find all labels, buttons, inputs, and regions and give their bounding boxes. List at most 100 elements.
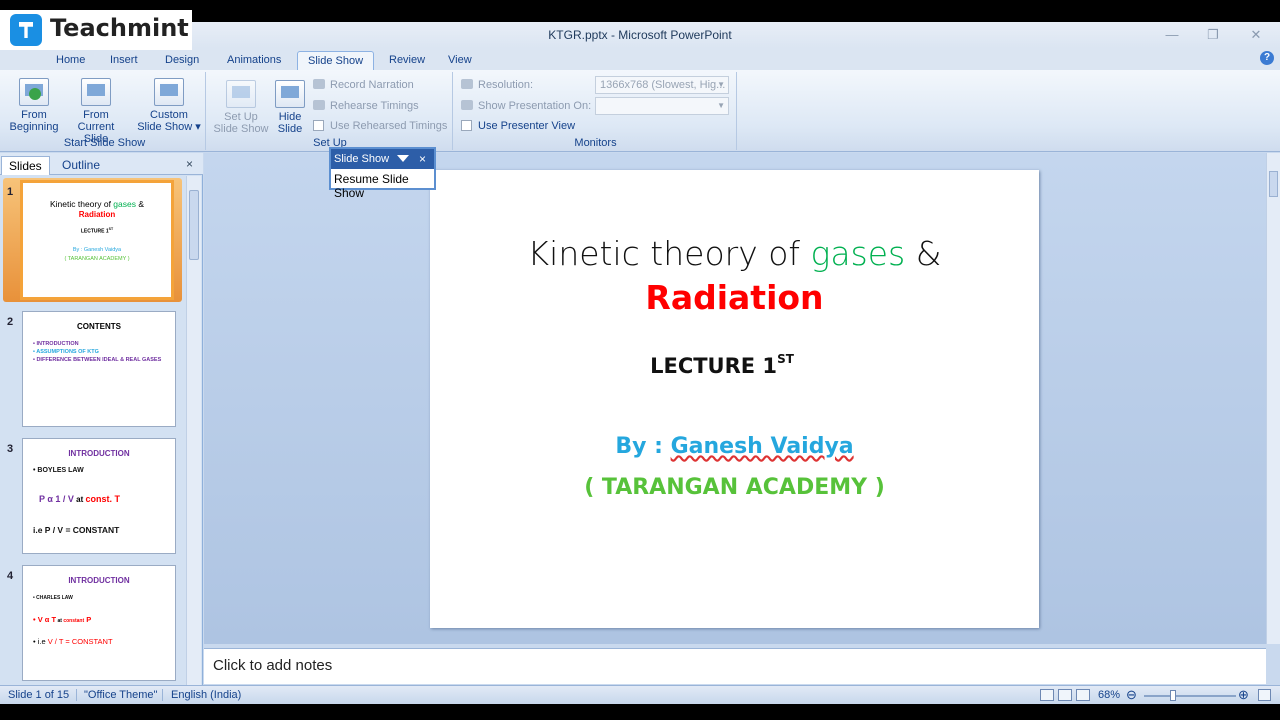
slide-author[interactable]: By : Ganesh Vaidya xyxy=(430,434,1039,459)
tab-slide-show[interactable]: Slide Show xyxy=(297,51,375,70)
top-black-bar xyxy=(0,0,1280,22)
tab-insert[interactable]: Insert xyxy=(100,51,148,70)
close-panel-icon[interactable]: × xyxy=(186,157,193,171)
thumbnail-scrollbar[interactable] xyxy=(186,176,201,685)
dropdown-arrow-icon[interactable] xyxy=(397,155,409,162)
popup-title: Slide Show xyxy=(334,153,390,165)
thumb-line: i.e P / V = CONSTANT xyxy=(33,525,120,535)
thumb-title: INTRODUCTION xyxy=(68,576,130,585)
help-icon[interactable]: ? xyxy=(1260,51,1274,65)
microphone-icon xyxy=(313,79,325,89)
close-button[interactable]: ✕ xyxy=(1244,26,1268,44)
slide-thumbnail-3[interactable]: INTRODUCTION • BOYLES LAW P α 1 / V at c… xyxy=(22,438,176,554)
language[interactable]: English (India) xyxy=(171,689,241,701)
monitor-icon xyxy=(461,79,473,89)
resolution-label: Resolution: xyxy=(461,77,533,93)
show-on-label: Show Presentation On: xyxy=(461,98,591,114)
checkbox-icon xyxy=(313,120,324,131)
thumb-line: • BOYLES LAW xyxy=(33,467,84,474)
normal-view-icon[interactable] xyxy=(1040,689,1054,701)
thumb-line: • DIFFERENCE BETWEEN IDEAL & REAL GASES xyxy=(33,357,162,363)
fit-to-window-icon[interactable] xyxy=(1258,689,1271,701)
minimize-button[interactable]: — xyxy=(1160,26,1184,44)
use-presenter-view-checkbox[interactable]: Use Presenter View xyxy=(461,118,575,134)
slide-thumbnail-4[interactable]: INTRODUCTION • CHARLES LAW • V α T at co… xyxy=(22,565,176,681)
scroll-thumb[interactable] xyxy=(189,190,199,260)
setup-label-1: Set Up xyxy=(224,111,258,123)
slide-thumbnail-2[interactable]: CONTENTS • INTRODUCTION • ASSUMPTIONS OF… xyxy=(22,311,176,427)
theme-name[interactable]: "Office Theme" xyxy=(84,689,157,701)
custom-slide-show-button[interactable]: Custom Slide Show ▾ xyxy=(136,78,202,133)
slide-lecture[interactable]: LECTURE 1ST xyxy=(430,352,1014,378)
from-beginning-button[interactable]: From Beginning xyxy=(6,78,62,133)
thumb-title: INTRODUCTION xyxy=(68,449,130,458)
resolution-value: 1366x768 (Slowest, Hig... xyxy=(600,79,726,91)
slides-panel: Slides Outline × 1 Kinetic theory of gas… xyxy=(0,153,203,685)
scroll-thumb[interactable] xyxy=(1269,171,1278,197)
thumb-subtitle: Radiation xyxy=(78,210,116,219)
rehearse-timings-button[interactable]: Rehearse Timings xyxy=(313,98,419,114)
thumb-line: • i.e V / T = CONSTANT xyxy=(33,637,113,646)
slide-sorter-view-icon[interactable] xyxy=(1058,689,1072,701)
dropdown-arrow-icon: ▼ xyxy=(717,80,725,89)
slide-counter: Slide 1 of 15 xyxy=(8,689,70,701)
record-narration-button[interactable]: Record Narration xyxy=(313,77,414,93)
thumb-line: • CHARLES LAW xyxy=(33,595,73,601)
use-rehearsed-label: Use Rehearsed Timings xyxy=(330,120,448,132)
hide-label-2: Slide xyxy=(277,123,303,135)
zoom-slider[interactable] xyxy=(1144,695,1236,697)
tab-animations[interactable]: Animations xyxy=(217,51,291,70)
popup-close-icon[interactable]: × xyxy=(419,149,426,169)
thumb-lecture: LECTURE 1ST xyxy=(80,227,114,235)
hide-slide-button[interactable]: Hide Slide xyxy=(272,80,308,135)
resume-slide-show-button[interactable]: Resume Slide Show xyxy=(334,172,434,200)
slide-title[interactable]: Kinetic theory of gases & Radiation xyxy=(430,232,1039,320)
slide-thumbnail-1[interactable]: Kinetic theory of gases & Radiation LECT… xyxy=(20,180,174,300)
notes-placeholder: Click to add notes xyxy=(213,657,333,674)
custom-label-2: Slide Show ▾ xyxy=(137,121,201,133)
thumb-line: • ASSUMPTIONS OF KTG xyxy=(33,349,99,355)
tab-home[interactable]: Home xyxy=(46,51,95,70)
thumbnail-list: 1 Kinetic theory of gases & Radiation LE… xyxy=(0,176,186,685)
tab-slides[interactable]: Slides xyxy=(1,156,50,175)
slide-scrollbar[interactable] xyxy=(1266,153,1280,644)
thumb-title: Kinetic theory of gases & xyxy=(49,199,145,209)
set-up-slide-show-button[interactable]: Set Up Slide Show xyxy=(210,80,272,135)
panel-tabs: Slides Outline × xyxy=(0,153,203,175)
teachmint-watermark: Teachmint xyxy=(0,10,192,50)
slide-show-view-icon[interactable] xyxy=(1076,689,1090,701)
notes-pane[interactable]: Click to add notes xyxy=(204,648,1266,684)
slide-academy[interactable]: ( TARANGAN ACADEMY ) xyxy=(430,475,1039,500)
from-beginning-icon xyxy=(19,78,49,106)
hide-label-1: Hide xyxy=(278,111,302,123)
from-beginning-label-2: Beginning xyxy=(9,121,59,133)
tab-outline[interactable]: Outline xyxy=(55,156,107,175)
show-on-text: Show Presentation On: xyxy=(478,100,592,112)
thumb-number: 2 xyxy=(7,316,14,328)
group-label-monitors: Monitors xyxy=(574,137,617,149)
from-current-slide-button[interactable]: From Current Slide xyxy=(64,78,128,145)
teachmint-logo-icon xyxy=(10,14,42,46)
zoom-slider-knob[interactable] xyxy=(1170,690,1176,701)
thumb-number: 3 xyxy=(7,443,14,455)
use-rehearsed-timings-checkbox[interactable]: Use Rehearsed Timings xyxy=(313,118,447,134)
tab-review[interactable]: Review xyxy=(379,51,435,70)
from-current-slide-icon xyxy=(81,78,111,106)
bottom-black-bar xyxy=(0,704,1280,720)
current-slide[interactable]: Kinetic theory of gases & Radiation LECT… xyxy=(430,170,1039,628)
show-on-dropdown[interactable]: ▼ xyxy=(595,97,729,115)
custom-slide-show-icon xyxy=(154,78,184,106)
thumb-line: • INTRODUCTION xyxy=(33,341,79,347)
zoom-out-icon[interactable]: ⊖ xyxy=(1126,687,1137,703)
thumb-title: CONTENTS xyxy=(77,322,121,331)
ribbon-tabs: Home Insert Design Animations Slide Show… xyxy=(0,48,1280,70)
resolution-dropdown[interactable]: 1366x768 (Slowest, Hig... ▼ xyxy=(595,76,729,94)
group-label-start: Start Slide Show xyxy=(63,137,146,149)
resolution-text: Resolution: xyxy=(478,79,534,91)
zoom-level[interactable]: 68% xyxy=(1098,689,1120,701)
tab-view[interactable]: View xyxy=(438,51,482,70)
popup-header: Slide Show × xyxy=(331,149,434,169)
zoom-in-icon[interactable]: ⊕ xyxy=(1238,687,1249,703)
tab-design[interactable]: Design xyxy=(155,51,209,70)
restore-button[interactable]: ❐ xyxy=(1201,26,1225,44)
